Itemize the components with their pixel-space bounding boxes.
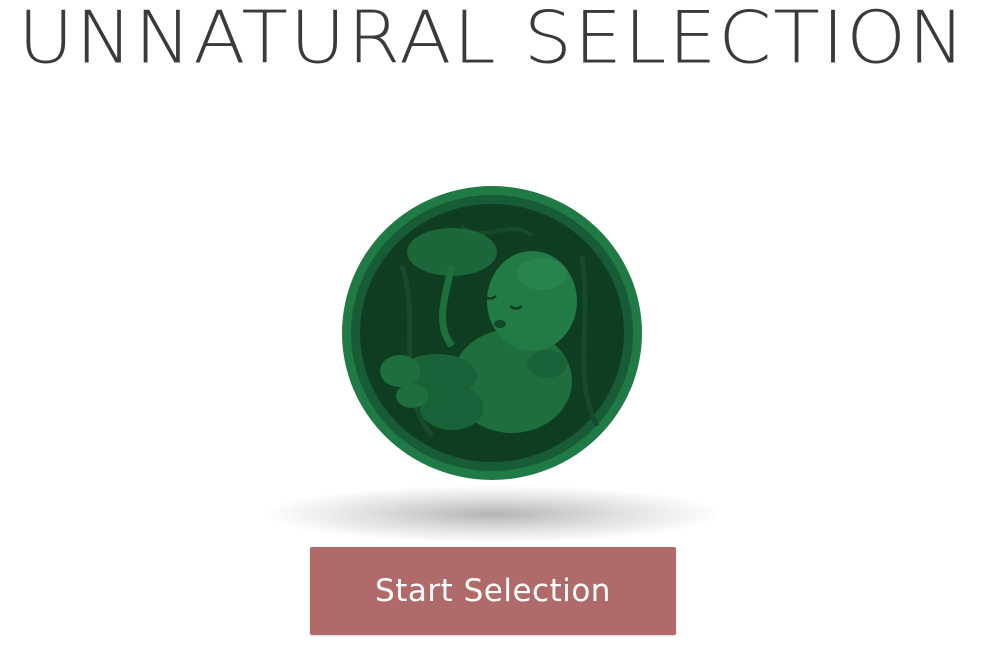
embryo-illustration [342,186,642,480]
embryo-shadow [268,486,718,542]
landing-page: UNNATURAL SELECTION Start Selection [0,0,985,648]
start-selection-button[interactable]: Start Selection [310,547,676,635]
app-title: UNNATURAL SELECTION [18,0,967,80]
